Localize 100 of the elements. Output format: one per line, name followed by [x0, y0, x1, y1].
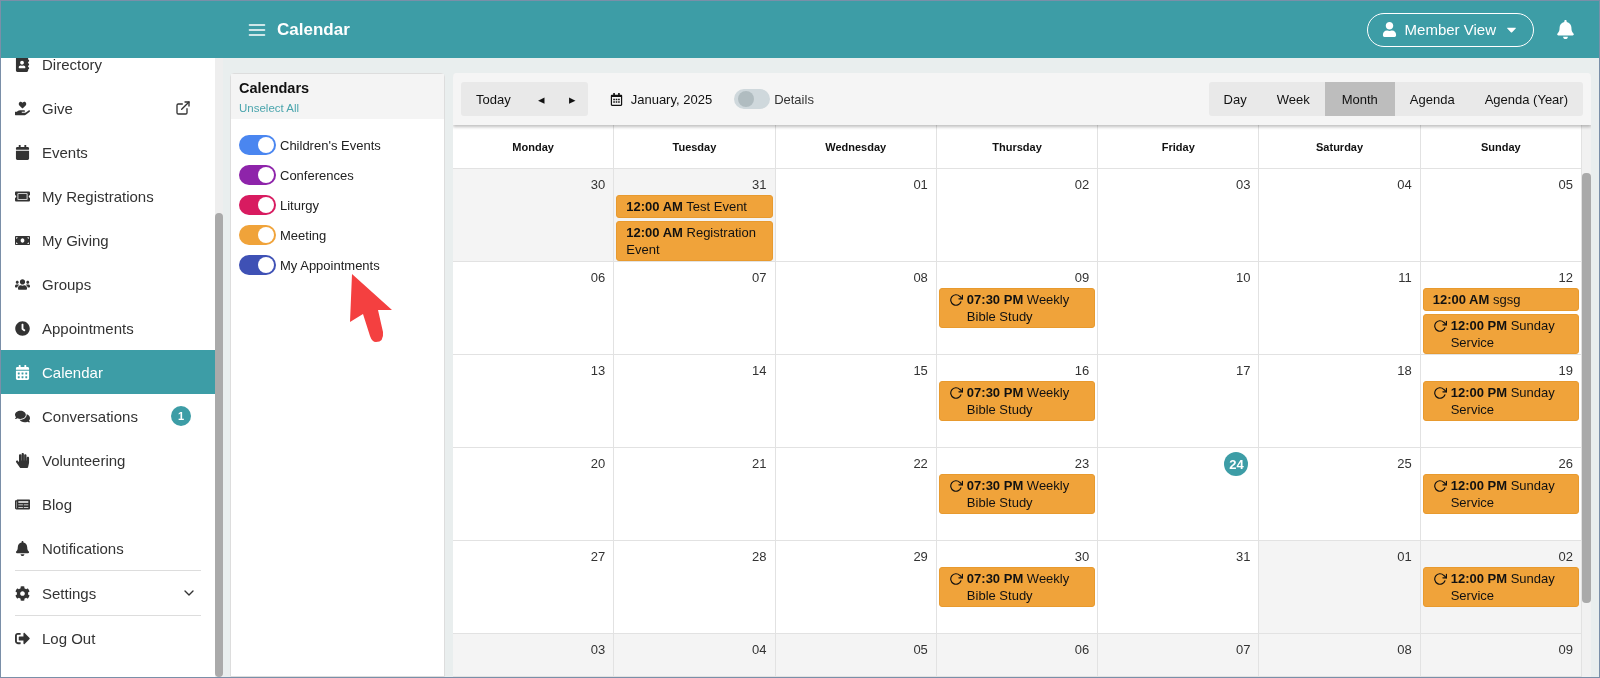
next-button[interactable]: ▸ — [556, 82, 588, 116]
today-button[interactable]: Today — [461, 82, 526, 116]
sidebar-item[interactable]: Groups — [1, 262, 215, 306]
sidebar-item[interactable]: Give — [1, 86, 215, 130]
day-number: 08 — [913, 270, 928, 285]
day-number: 15 — [913, 363, 928, 378]
view-tab[interactable]: Agenda — [1394, 82, 1470, 116]
view-tab[interactable]: Week — [1261, 82, 1325, 116]
event-chip[interactable]: 12:00 PM Sunday Service — [1422, 381, 1579, 421]
calendar-icon — [609, 92, 623, 106]
sidebar-item[interactable]: Volunteering — [1, 438, 215, 482]
day-number: 16 — [1074, 363, 1090, 378]
event-chip[interactable]: 12:00 AM Test Event — [616, 195, 773, 218]
event-chip[interactable]: 12:00 AM Registration Event — [616, 221, 773, 261]
day-number: 03 — [1235, 177, 1251, 192]
day-number: 30 — [590, 177, 606, 192]
repeat-icon — [1432, 319, 1447, 333]
day-number: 28 — [752, 549, 767, 564]
sidebar-item[interactable]: Conversations 1 — [1, 394, 215, 438]
day-number: 04 — [752, 642, 767, 657]
view-tab[interactable]: Month — [1324, 82, 1395, 116]
event-chip[interactable]: 12:00 PM Sunday Service — [1422, 567, 1579, 607]
view-tab[interactable]: Agenda (Year) — [1469, 82, 1583, 116]
toggle-switch[interactable] — [239, 225, 276, 245]
hand-icon — [15, 452, 30, 468]
event-chip[interactable]: 12:00 PM Sunday Service — [1422, 474, 1579, 514]
chat-bubbles-icon — [15, 408, 30, 424]
calendar-name: Conferences — [280, 167, 354, 183]
view-tab[interactable]: Day — [1208, 82, 1262, 116]
event-chip[interactable]: 12:00 PM Sunday Service — [1422, 314, 1579, 354]
repeat-icon — [1432, 386, 1447, 400]
calendar-name: Liturgy — [280, 197, 320, 213]
toggle-switch[interactable] — [239, 165, 276, 185]
sidebar-item[interactable]: Settings — [1, 571, 215, 615]
external-link-icon — [175, 100, 191, 116]
repeat-icon — [948, 293, 963, 307]
day-number: 14 — [752, 363, 767, 378]
day-number: 06 — [590, 270, 606, 285]
day-number: 22 — [913, 456, 928, 471]
day-number: 19 — [1558, 363, 1573, 378]
day-number: 08 — [1397, 642, 1412, 657]
day-number: 07 — [1235, 642, 1251, 657]
calendar-name: Meeting — [280, 227, 327, 243]
day-number: 20 — [590, 456, 606, 471]
clock-icon — [15, 320, 30, 336]
sidebar-item[interactable]: My Giving — [1, 218, 215, 262]
calendar-name: Children's Events — [280, 137, 381, 153]
toggle-switch[interactable] — [239, 255, 276, 275]
day-number: 21 — [752, 456, 767, 471]
event-chip[interactable]: 07:30 PM Weekly Bible Study — [938, 567, 1096, 607]
day-number: 24 — [1224, 452, 1249, 476]
day-number: 26 — [1558, 456, 1573, 471]
day-number: 31 — [752, 177, 767, 192]
month-label: January, 2025 — [630, 91, 713, 107]
page-title: Calendar — [277, 19, 350, 40]
day-number: 11 — [1398, 270, 1412, 285]
day-number: 17 — [1235, 363, 1251, 378]
day-number: 06 — [1074, 642, 1090, 657]
day-number: 09 — [1074, 270, 1090, 285]
event-chip[interactable]: 07:30 PM Weekly Bible Study — [938, 288, 1096, 328]
day-number: 02 — [1558, 549, 1573, 564]
sidebar-item[interactable]: Log Out — [1, 616, 215, 660]
event-chip[interactable]: 07:30 PM Weekly Bible Study — [938, 474, 1096, 514]
sidebar-item[interactable]: Notifications — [1, 526, 215, 570]
day-number: 05 — [913, 642, 928, 657]
day-number: 10 — [1235, 270, 1251, 285]
panel-title: Calendars — [239, 80, 311, 96]
sidebar-item[interactable]: Blog — [1, 482, 215, 526]
contact-card-icon — [15, 58, 30, 72]
repeat-icon — [948, 572, 963, 586]
scrollbar-thumb[interactable] — [1582, 173, 1591, 603]
calendar-name: My Appointments — [280, 257, 380, 273]
sidebar-item[interactable]: Events — [1, 130, 215, 174]
event-chip[interactable]: 12:00 AM sgsg — [1422, 288, 1579, 311]
toggle-switch[interactable] — [239, 195, 276, 215]
day-number: 02 — [1074, 177, 1090, 192]
settings-icon — [15, 585, 30, 601]
calendar-icon — [15, 364, 30, 380]
sidebar-item[interactable]: Appointments — [1, 306, 215, 350]
day-number: 03 — [590, 642, 606, 657]
notification-bell-icon[interactable] — [1556, 20, 1575, 39]
day-number: 12 — [1558, 270, 1573, 285]
repeat-icon — [1432, 479, 1447, 493]
day-number: 25 — [1397, 456, 1412, 471]
sidebar-item[interactable]: Directory — [1, 58, 215, 86]
toggle-switch[interactable] — [734, 89, 771, 109]
day-number: 09 — [1558, 642, 1573, 657]
person-icon — [1381, 22, 1397, 37]
sidebar-item[interactable]: My Registrations — [1, 174, 215, 218]
event-chip[interactable]: 07:30 PM Weekly Bible Study — [938, 381, 1096, 421]
toggle-switch[interactable] — [239, 135, 276, 155]
day-number: 07 — [752, 270, 767, 285]
day-number: 05 — [1558, 177, 1573, 192]
repeat-icon — [1432, 572, 1447, 586]
previous-button[interactable]: ◂ — [525, 82, 557, 116]
people-icon — [15, 276, 30, 292]
day-number: 29 — [913, 549, 928, 564]
scrollbar-thumb[interactable] — [215, 213, 223, 677]
day-number: 01 — [1397, 549, 1412, 564]
day-number: 27 — [590, 549, 606, 564]
